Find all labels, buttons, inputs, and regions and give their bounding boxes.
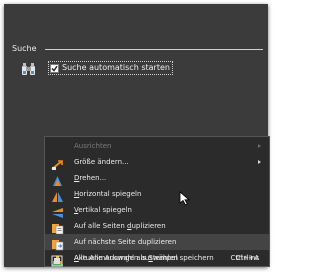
menu-item-label: Auf nächste Seite duplizieren xyxy=(74,238,177,246)
menu-item-label: Größe ändern... xyxy=(74,158,129,166)
section-title: Suche xyxy=(12,44,37,53)
auto-search-checkbox-row[interactable]: Suche automatisch starten xyxy=(48,61,173,75)
menu-item-label: Vertikal spiegeln xyxy=(74,206,132,214)
section-divider xyxy=(45,49,263,50)
menu-item-auf-naechste-seite-duplizieren[interactable]: Auf nächste Seite duplizieren xyxy=(45,234,269,251)
menu-item-label: Alle Anmerkungen auswählen xyxy=(74,254,179,262)
flip-horizontal-icon xyxy=(51,188,64,202)
mouse-cursor-icon xyxy=(179,191,191,207)
menu-item-label: Drehen... xyxy=(74,174,107,182)
menu-item-drehen[interactable]: Drehen... xyxy=(45,170,269,186)
duplicate-next-page-icon xyxy=(51,236,64,251)
rotate-icon xyxy=(51,172,64,186)
menu-item-auf-alle-seiten-duplizieren[interactable]: Auf alle Seiten duplizieren xyxy=(45,218,269,235)
menu-item-groesse-aendern[interactable]: Größe ändern... xyxy=(45,154,269,170)
submenu-arrow-icon xyxy=(258,160,261,164)
menu-item-horizontal-spiegeln[interactable]: Horizontal spiegeln xyxy=(45,186,269,202)
flip-vertical-icon xyxy=(51,204,64,218)
auto-search-checkbox[interactable] xyxy=(50,63,59,73)
menu-item-alle-anmerkungen-auswaehlen[interactable]: Alle Anmerkungen auswählen Ctrl+A xyxy=(45,250,269,267)
menu-item-ausrichten: Ausrichten xyxy=(45,138,269,154)
menu-item-shortcut: Ctrl+A xyxy=(235,254,259,262)
binoculars-icon xyxy=(21,61,36,75)
menu-item-label: Horizontal spiegeln xyxy=(74,190,142,198)
context-menu: Ausrichten Größe ändern... Drehen... Hor… xyxy=(44,136,270,267)
duplicate-all-pages-icon xyxy=(51,220,64,235)
submenu-arrow-icon xyxy=(258,144,261,148)
app-frame: Suche Suche automatisch starten Ausricht… xyxy=(0,0,274,272)
select-all-annotations-icon xyxy=(51,252,64,267)
resize-icon xyxy=(51,156,64,170)
menu-item-label: Auf alle Seiten duplizieren xyxy=(74,222,166,230)
menu-item-label: Ausrichten xyxy=(74,142,112,150)
menu-item-vertikal-spiegeln[interactable]: Vertikal spiegeln xyxy=(45,202,269,218)
auto-search-label: Suche automatisch starten xyxy=(62,63,170,72)
